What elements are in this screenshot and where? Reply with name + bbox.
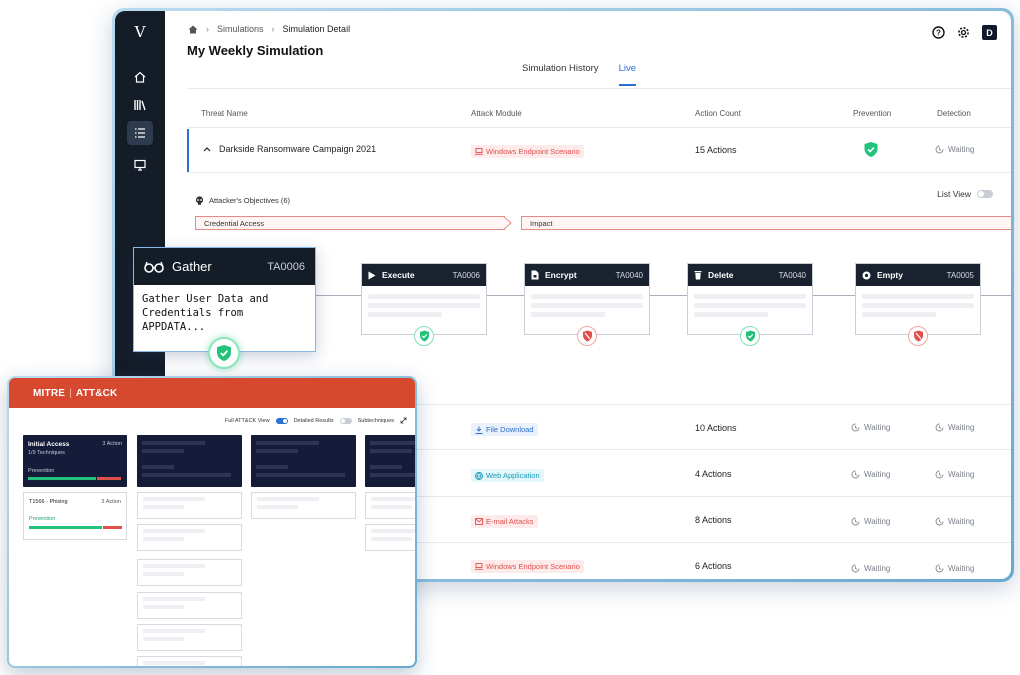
action-count: 15 Actions (695, 145, 737, 155)
tactic-impact[interactable]: Impact (521, 216, 1011, 230)
mitre-options: Full ATT&CK View Detailed Results Subtec… (225, 417, 407, 424)
module-badge: Web Application (471, 469, 544, 482)
clock-icon (935, 564, 944, 573)
tabs: Simulation History Live (522, 63, 636, 86)
prevented-shield-icon (414, 326, 434, 346)
mitre-logo: MITRE (33, 388, 65, 399)
breadcrumb-simulations[interactable]: Simulations (217, 24, 264, 34)
detailed-results-toggle[interactable] (340, 418, 352, 424)
tab-simulation-history[interactable]: Simulation History (522, 63, 599, 86)
laptop-icon (475, 563, 483, 570)
step-card-empty[interactable]: Empty TA0005 (855, 263, 981, 335)
gather-title: Gather (172, 259, 212, 274)
home-icon[interactable] (127, 65, 153, 89)
step-card-encrypt[interactable]: Encrypt TA0040 (524, 263, 650, 335)
svg-text:?: ? (936, 28, 941, 37)
prevention-bar-success (28, 477, 96, 480)
tactic-column-3[interactable] (251, 435, 356, 487)
prevention-shield-icon (863, 141, 879, 158)
download-icon (475, 426, 483, 434)
prevention-status: Waiting (851, 564, 890, 573)
avatar[interactable]: D (982, 25, 997, 40)
module-badge: Windows Endpoint Scenario (471, 145, 584, 158)
module-badge: Windows Endpoint Scenario (471, 560, 584, 573)
clock-icon (851, 517, 860, 526)
objectives-label: Attacker's Objectives (6) (195, 196, 290, 205)
mail-icon (475, 518, 483, 525)
action-count: 6 Actions (695, 561, 732, 571)
clock-icon (935, 145, 944, 154)
step-card-delete[interactable]: Delete TA0040 (687, 263, 813, 335)
breadcrumb: › Simulations › Simulation Detail (188, 24, 350, 34)
threat-name-cell[interactable]: Darkside Ransomware Campaign 2021 (203, 144, 376, 154)
tactic-arrow-icon (503, 216, 513, 230)
clock-icon (851, 470, 860, 479)
detection-status: Waiting (935, 423, 974, 432)
step-card-execute[interactable]: Execute TA0006 (361, 263, 487, 335)
action-count: 4 Actions (695, 469, 732, 479)
header-detection[interactable]: Detection (937, 109, 971, 118)
clock-icon (851, 564, 860, 573)
home-icon[interactable] (188, 25, 198, 34)
expand-icon[interactable] (400, 417, 407, 424)
header-prevention[interactable]: Prevention (853, 109, 891, 118)
monitor-icon[interactable] (127, 153, 153, 177)
module-badge: File Download (471, 423, 538, 436)
clock-icon (851, 423, 860, 432)
list-icon[interactable] (127, 121, 153, 145)
trash-icon (694, 270, 702, 280)
header-action-count[interactable]: Action Count (695, 109, 741, 118)
gather-code: TA0006 (267, 261, 305, 273)
tab-live[interactable]: Live (619, 63, 636, 86)
page-title: My Weekly Simulation (187, 43, 323, 58)
action-count: 10 Actions (695, 423, 737, 433)
clock-icon (935, 517, 944, 526)
threat-name: Darkside Ransomware Campaign 2021 (219, 144, 376, 154)
list-view-toggle[interactable]: List View (937, 189, 993, 199)
detection-status: Waiting (935, 145, 974, 154)
empty-circle-icon (862, 271, 871, 280)
tactic-column-2[interactable] (137, 435, 242, 487)
prevention-status: Waiting (851, 423, 890, 432)
tactic-initial-access[interactable]: Initial Access 3 Action 1/9 Techniques P… (23, 435, 127, 487)
prevention-bar-fail (97, 477, 121, 480)
prevented-shield-icon (208, 337, 240, 369)
play-icon (368, 271, 376, 280)
technique-phishing[interactable]: T1566 - Phising 3 Action Prevention (23, 492, 127, 540)
chevron-up-icon[interactable] (203, 146, 211, 152)
header-threat-name[interactable]: Threat Name (201, 109, 248, 118)
globe-icon (475, 472, 483, 480)
breadcrumb-current: Simulation Detail (283, 24, 351, 34)
module-badge: E-mail Attacks (471, 515, 538, 528)
tactic-credential-access[interactable]: Credential Access (195, 216, 505, 230)
full-view-toggle[interactable] (276, 418, 288, 424)
gather-description: Gather User Data and Credentials from AP… (134, 285, 315, 341)
list-view-switch[interactable] (977, 190, 993, 198)
tactic-column-4[interactable] (365, 435, 415, 487)
clock-icon (935, 470, 944, 479)
not-prevented-shield-icon (577, 326, 597, 346)
prevention-status: Waiting (851, 470, 890, 479)
prevention-status: Waiting (851, 517, 890, 526)
file-lock-icon (531, 270, 539, 280)
library-icon[interactable] (127, 93, 153, 117)
not-prevented-shield-icon (908, 326, 928, 346)
prevented-shield-icon (740, 326, 760, 346)
detection-status: Waiting (935, 470, 974, 479)
header-icons: ? D (932, 25, 997, 40)
glasses-icon (144, 261, 164, 273)
clock-icon (935, 423, 944, 432)
gear-icon[interactable] (957, 26, 970, 39)
mitre-window: MITRE|ATT&CK Full ATT&CK View Detailed R… (7, 376, 417, 668)
app-logo: V (115, 23, 165, 41)
attack-logo: ATT&CK (76, 388, 118, 399)
header-attack-module[interactable]: Attack Module (471, 109, 522, 118)
skull-icon (195, 196, 204, 205)
detection-status: Waiting (935, 564, 974, 573)
help-icon[interactable]: ? (932, 26, 945, 39)
laptop-icon (475, 148, 483, 155)
action-count: 8 Actions (695, 515, 732, 525)
detection-status: Waiting (935, 517, 974, 526)
mitre-header: MITRE|ATT&CK (9, 378, 415, 408)
